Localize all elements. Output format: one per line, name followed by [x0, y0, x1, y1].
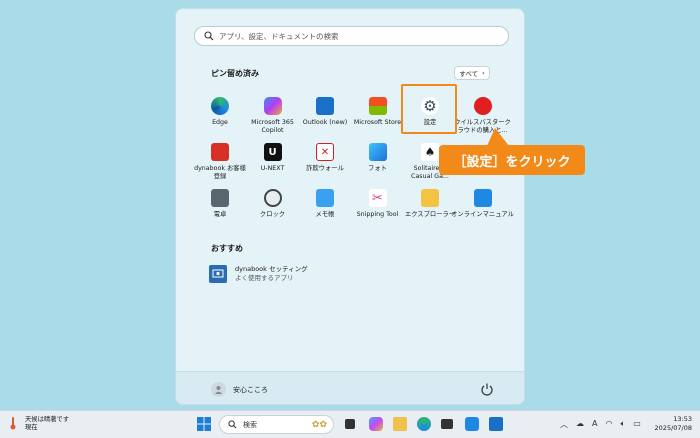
fraud-wall-icon: ✕ [316, 143, 334, 161]
instruction-callout: ［設定］をクリック [439, 145, 585, 175]
pinned-section-title: ピン留め済み [211, 69, 259, 78]
thermometer-icon [10, 417, 16, 430]
pinned-app-label: Snipping Tool [356, 211, 399, 218]
recommended-item-title: dynabook セッティング [235, 265, 308, 273]
user-avatar-icon [211, 382, 226, 397]
start-search-input[interactable]: アプリ、設定、ドキュメントの検索 [194, 26, 509, 46]
file-explorer-icon[interactable] [393, 417, 407, 431]
search-placeholder: アプリ、設定、ドキュメントの検索 [219, 31, 339, 41]
taskbar: 天候は晴著です 現在 検索 ✿✿ ︿ ☁ A ◠ 🔈︎ ▭ 13:53 2025… [0, 410, 700, 438]
outlook-icon[interactable] [489, 417, 503, 431]
pinned-app-tile[interactable]: U U-NEXT [246, 140, 300, 186]
pinned-app-tile[interactable]: エクスプローラー [403, 186, 457, 232]
weather-text: 天候は晴著です [25, 416, 70, 423]
pinned-app-label: Edge [212, 119, 228, 126]
virusbuster-icon [473, 97, 492, 115]
pinned-app-tile[interactable]: Microsoft Store [351, 94, 405, 140]
taskbar-clock[interactable]: 13:53 2025/07/08 [648, 415, 692, 433]
chevron-right-icon: › [482, 69, 485, 77]
pinned-app-tile[interactable]: Microsoft 365 Copilot [246, 94, 300, 140]
pinned-app-label: Microsoft 365 Copilot [251, 119, 294, 134]
windows-start-icon[interactable] [197, 417, 211, 431]
ime-indicator[interactable]: A [592, 419, 597, 430]
search-icon [204, 31, 214, 41]
clock-date: 2025/07/08 [654, 424, 692, 432]
unext-icon: U [263, 143, 282, 161]
pinned-app-tile[interactable]: クロック [246, 186, 300, 232]
dynabook-settings-icon [209, 265, 227, 283]
weather-subtext: 現在 [25, 424, 38, 431]
chevron-up-icon[interactable]: ︿ [560, 419, 568, 430]
battery-icon[interactable]: ▭ [633, 419, 641, 430]
pinned-app-tile[interactable]: オンラインマニュアル [451, 186, 514, 232]
start-footer: 安心こころ [176, 371, 524, 404]
search-highlight-icon: ✿✿ [311, 419, 327, 430]
user-account-button[interactable]: 安心こころ [211, 382, 268, 397]
pinned-app-tile[interactable]: Edge [193, 94, 247, 140]
store-icon[interactable] [465, 417, 479, 431]
recommended-item-subtitle: よく使用するアプリ [235, 274, 294, 282]
store-icon [368, 97, 387, 115]
pinned-app-tile[interactable]: ✂ Snipping Tool [351, 186, 405, 232]
pinned-app-tile[interactable]: Outlook (new) [298, 94, 352, 140]
snipping-tool-icon: ✂ [368, 189, 387, 207]
pinned-app-tile[interactable]: dynabook お客様 登録 [193, 140, 247, 186]
pinned-app-tile[interactable]: 電卓 [193, 186, 247, 232]
copilot-icon[interactable] [369, 417, 383, 431]
m365-copilot-icon [263, 97, 282, 115]
all-apps-button[interactable]: すべて › [454, 66, 490, 80]
recommended-section-title: おすすめ [211, 244, 243, 253]
pinned-app-label: dynabook お客様 登録 [194, 165, 246, 180]
explorer-folder-icon [421, 189, 439, 207]
outlook-icon [316, 97, 334, 115]
clock-time: 13:53 [673, 415, 692, 423]
clock-icon [263, 189, 282, 207]
photos-icon [368, 143, 387, 161]
cloud-icon[interactable]: ☁ [576, 419, 584, 430]
pinned-app-label: 電卓 [213, 211, 227, 218]
pinned-app-tile[interactable]: ✕ 詐欺ウォール [298, 140, 352, 186]
user-name: 安心こころ [233, 385, 268, 394]
pinned-app-tile[interactable]: フォト [351, 140, 405, 186]
task-view-icon[interactable] [345, 419, 355, 429]
calculator-icon [211, 189, 229, 207]
pinned-app-tile[interactable]: メモ帳 [298, 186, 352, 232]
pinned-app-label: U-NEXT [260, 165, 285, 172]
app-icon[interactable] [441, 419, 453, 429]
callout-pointer [487, 128, 509, 146]
solitaire-icon: ♠ [421, 143, 439, 161]
pinned-app-label: オンラインマニュアル [451, 211, 514, 218]
speaker-icon[interactable]: 🔈︎ [620, 419, 625, 430]
edge-icon [211, 97, 229, 115]
pinned-app-label: Microsoft Store [353, 119, 402, 126]
search-icon [228, 420, 237, 429]
system-tray: ︿ ☁ A ◠ 🔈︎ ▭ [560, 419, 641, 430]
pinned-app-label: エクスプローラー [404, 211, 456, 218]
taskbar-search-box[interactable]: 検索 ✿✿ [219, 415, 334, 434]
edge-icon[interactable] [417, 417, 431, 431]
dynabook-registration-icon [211, 143, 229, 161]
taskbar-search-label: 検索 [243, 420, 257, 429]
notepad-icon [316, 189, 334, 207]
all-apps-label: すべて [459, 70, 479, 78]
pinned-app-label: クロック [259, 211, 286, 218]
pinned-app-label: フォト [368, 165, 387, 172]
pinned-app-label: Outlook (new) [302, 119, 348, 126]
start-menu: アプリ、設定、ドキュメントの検索 ピン留め済み すべて › Edge Micros… [175, 8, 525, 405]
pinned-app-label: メモ帳 [315, 211, 335, 218]
settings-highlight-box [401, 84, 457, 134]
pinned-app-label: 詐欺ウォール [306, 165, 344, 172]
power-icon[interactable] [480, 382, 494, 396]
recommended-item[interactable]: dynabook セッティング よく使用するアプリ [209, 265, 308, 283]
wifi-icon[interactable]: ◠ [605, 419, 612, 430]
online-manual-icon [473, 189, 492, 207]
weather-widget[interactable]: 天候は晴著です 現在 [9, 416, 69, 432]
